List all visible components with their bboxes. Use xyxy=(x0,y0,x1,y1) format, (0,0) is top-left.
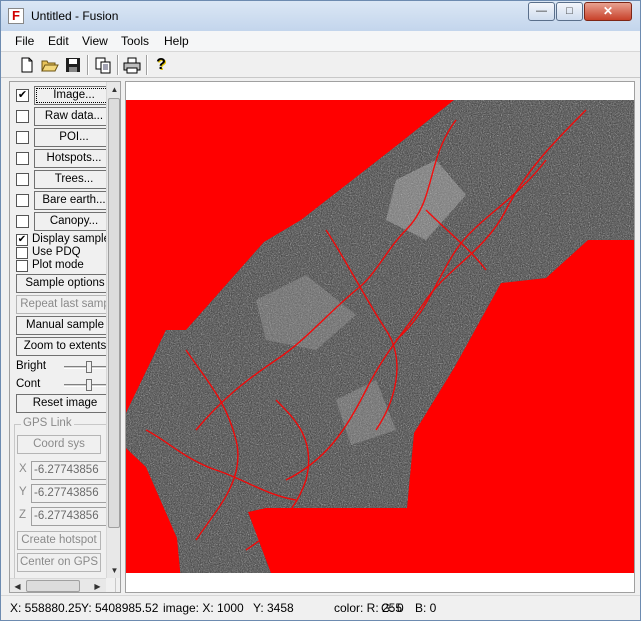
plot-mode-checkbox[interactable] xyxy=(16,260,28,272)
help-icon[interactable]: ? xyxy=(151,55,171,75)
fusion-window: F Untitled - Fusion — □ ✕ File Edit View… xyxy=(0,0,641,621)
menu-edit[interactable]: Edit xyxy=(48,34,69,48)
toolbar-separator xyxy=(87,55,89,75)
new-document-icon[interactable] xyxy=(17,55,37,75)
x-coord-label: X xyxy=(19,463,27,475)
cont-slider-thumb[interactable] xyxy=(86,379,92,391)
lidar-image[interactable] xyxy=(126,82,635,593)
status-image-y: Y: 3458 xyxy=(253,601,294,615)
title-bar[interactable]: F Untitled - Fusion — □ ✕ xyxy=(1,1,640,31)
plot-mode-label: Plot mode xyxy=(32,259,84,271)
layer-row-trees: Trees... xyxy=(10,169,114,190)
image-viewport[interactable] xyxy=(125,81,635,593)
poi-checkbox[interactable] xyxy=(16,131,29,144)
coord-sys-button[interactable]: Coord sys xyxy=(17,435,101,454)
save-icon[interactable] xyxy=(63,55,83,75)
scroll-right-icon[interactable]: ▶ xyxy=(90,579,105,592)
layer-row-canopy: Canopy... xyxy=(10,211,114,232)
center-on-gps-button[interactable]: Center on GPS xyxy=(17,553,101,572)
close-button[interactable]: ✕ xyxy=(584,2,632,21)
vertical-scroll-thumb[interactable] xyxy=(108,98,120,528)
display-sample-label: Display sample xyxy=(32,233,110,245)
x-coord-field[interactable]: -6.27743856 xyxy=(31,461,113,480)
repeat-last-sample-button[interactable]: Repeat last samp xyxy=(16,295,114,314)
canopy-checkbox[interactable] xyxy=(16,215,29,228)
raw-data-button[interactable]: Raw data... xyxy=(34,107,114,126)
cont-label: Cont xyxy=(16,378,41,390)
hotspots-button[interactable]: Hotspots... xyxy=(34,149,114,168)
toolbar-separator xyxy=(117,55,119,75)
scroll-down-icon[interactable]: ▼ xyxy=(107,563,120,578)
bare-earth-button[interactable]: Bare earth... xyxy=(34,191,114,210)
scroll-up-icon[interactable]: ▲ xyxy=(107,82,120,97)
image-button[interactable]: Image... xyxy=(34,86,114,105)
status-map-y: Y: 5408985.52 xyxy=(81,601,159,615)
layer-row-image: ✔ Image... xyxy=(10,85,114,106)
status-color-g: G: 0 xyxy=(381,601,404,615)
sample-options-button[interactable]: Sample options xyxy=(16,274,114,293)
open-folder-icon[interactable] xyxy=(40,55,60,75)
control-panel: ✔ Image... Raw data... POI... Hotspots... Tre… xyxy=(9,81,121,593)
display-sample-checkbox[interactable]: ✔ xyxy=(16,234,28,246)
menu-file[interactable]: File xyxy=(15,34,34,48)
toolbar: ? xyxy=(1,52,640,78)
gps-link-group: GPS Link Coord sys X -6.27743856 Y -6.27… xyxy=(14,417,116,592)
use-pdq-label: Use PDQ xyxy=(32,246,81,258)
horizontal-scroll-thumb[interactable] xyxy=(26,580,80,592)
menu-help[interactable]: Help xyxy=(164,34,189,48)
viewport-top-margin xyxy=(126,82,634,100)
z-coord-field[interactable]: -6.27743856 xyxy=(31,507,113,526)
z-coord-label: Z xyxy=(19,509,27,521)
layer-row-hotspots: Hotspots... xyxy=(10,148,114,169)
status-bar: X: 558880.25 Y: 5408985.52 image: X: 100… xyxy=(1,595,640,620)
window-title: Untitled - Fusion xyxy=(31,9,119,23)
gps-link-title: GPS Link xyxy=(21,417,74,429)
use-pdq-checkbox[interactable] xyxy=(16,247,28,259)
status-map-x: X: 558880.25 xyxy=(10,601,82,615)
canopy-button[interactable]: Canopy... xyxy=(34,212,114,231)
trees-button[interactable]: Trees... xyxy=(34,170,114,189)
status-image-x: image: X: 1000 xyxy=(163,601,244,615)
zoom-to-extents-button[interactable]: Zoom to extents xyxy=(16,337,114,356)
create-hotspot-button[interactable]: Create hotspot xyxy=(17,531,101,550)
raw-data-checkbox[interactable] xyxy=(16,110,29,123)
cont-slider[interactable] xyxy=(64,379,110,391)
bright-slider-thumb[interactable] xyxy=(86,361,92,373)
menu-view[interactable]: View xyxy=(82,34,108,48)
print-icon[interactable] xyxy=(122,55,142,75)
menu-bar: File Edit View Tools Help xyxy=(1,31,640,52)
fusion-app-icon[interactable]: F xyxy=(8,8,24,24)
copy-icon[interactable] xyxy=(93,55,113,75)
scroll-left-icon[interactable]: ◀ xyxy=(10,579,25,592)
bare-earth-checkbox[interactable] xyxy=(16,194,29,207)
status-color-b: B: 0 xyxy=(415,601,437,615)
poi-button[interactable]: POI... xyxy=(34,128,114,147)
hotspots-checkbox[interactable] xyxy=(16,152,29,165)
manual-sample-button[interactable]: Manual sample xyxy=(16,316,114,335)
toolbar-separator xyxy=(146,55,148,75)
trees-checkbox[interactable] xyxy=(16,173,29,186)
image-checkbox[interactable]: ✔ xyxy=(16,89,29,102)
panel-vertical-scrollbar[interactable]: ▲ ▼ xyxy=(106,82,120,578)
layer-row-bare-earth: Bare earth... xyxy=(10,190,114,211)
y-coord-label: Y xyxy=(19,486,27,498)
panel-horizontal-scrollbar[interactable]: ◀ ▶ xyxy=(10,578,106,592)
minimize-button[interactable]: — xyxy=(528,2,555,21)
reset-image-button[interactable]: Reset image xyxy=(16,394,114,413)
bright-label: Bright xyxy=(16,360,47,372)
layer-row-raw-data: Raw data... xyxy=(10,106,114,127)
maximize-button[interactable]: □ xyxy=(556,2,583,21)
menu-tools[interactable]: Tools xyxy=(121,34,149,48)
bright-slider[interactable] xyxy=(64,361,110,373)
layer-row-poi: POI... xyxy=(10,127,114,148)
y-coord-field[interactable]: -6.27743856 xyxy=(31,484,113,503)
